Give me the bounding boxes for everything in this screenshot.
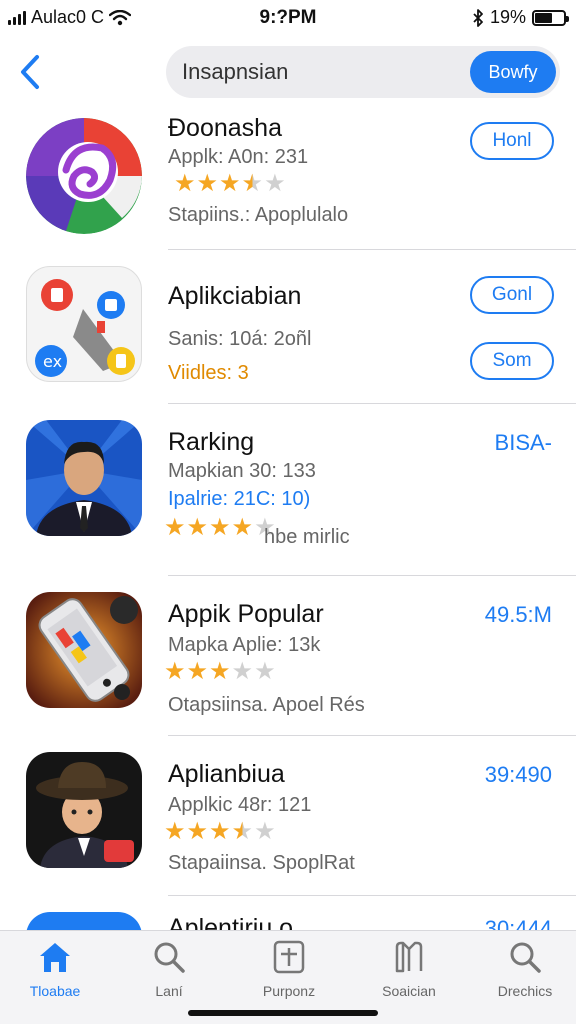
app-meta: Applk: A0n: 231: [168, 146, 309, 168]
search-bar: Bowfy: [166, 46, 560, 98]
price-label[interactable]: 49.5:M: [485, 602, 552, 628]
app-meta: Mapka Aplie: 13k: [168, 634, 321, 656]
app-icon-blue: [26, 912, 142, 930]
rating-stars: ★ ★ ★ ★ ★: [164, 516, 276, 540]
star-icon: ★: [241, 170, 264, 197]
app-title: Ðoonasha: [168, 114, 282, 142]
tab-label: Drechics: [497, 983, 553, 999]
battery-icon: [532, 9, 569, 26]
list-item[interactable]: Ðoonasha Applk: A0n: 231 ★ ★ ★ ★ ★ Stapiins.…: [0, 104, 576, 250]
star-icon: ★: [254, 818, 276, 845]
star-icon: ★: [164, 514, 186, 541]
app-subtitle: Ipalrie: 21C: 10): [168, 488, 311, 510]
app-list: Ðoonasha Applk: A0n: 231 ★ ★ ★ ★ ★ Stapiins.…: [0, 104, 576, 930]
app-meta: Applkic 48r: 121: [168, 794, 312, 816]
app-subtitle: Stapaiinsa. SpoplRat: [168, 852, 355, 874]
list-item[interactable]: Rarking Mapkian 30: 133 Ipalrie: 21C: 10…: [0, 404, 576, 576]
chevron-left-icon: [21, 55, 39, 89]
get-button[interactable]: Honl: [470, 122, 554, 160]
app-meta: Sanis: 10á: 2oñl: [168, 328, 312, 350]
app-icon-hat-character: [26, 752, 142, 868]
star-icon: ★: [209, 818, 231, 845]
app-icon-browser: [26, 118, 142, 234]
rating-stars: ★ ★ ★ ★ ★: [164, 660, 276, 684]
search-icon: [510, 942, 541, 973]
price-label[interactable]: 39:490: [485, 762, 552, 788]
list-item[interactable]: Aplianbiua Applkic 48r: 121 ★ ★ ★ ★ ★ Stapai…: [0, 736, 576, 896]
star-icon: ★: [164, 818, 186, 845]
rating-stars: ★ ★ ★ ★ ★: [174, 172, 286, 196]
nav-bar: Bowfy: [0, 44, 576, 100]
star-icon: ★: [186, 818, 209, 845]
list-item[interactable]: Appik Popular Mapka Aplie: 13k ★ ★ ★ ★ ★ Ota…: [0, 576, 576, 736]
star-icon: ★: [164, 658, 186, 685]
plus-square-icon: [273, 940, 305, 974]
app-icon-phone-game: [26, 592, 142, 708]
back-button[interactable]: [10, 48, 50, 96]
app-title: Aplentiriu o: [168, 914, 294, 930]
app-meta: Mapkian 30: 133: [168, 460, 316, 482]
app-icon-apps-bundle: ex: [26, 266, 142, 382]
svg-text:ex: ex: [43, 352, 62, 371]
app-subtitle: Viidles: 3: [168, 362, 249, 384]
rating-text: hbe mirlic: [264, 526, 350, 548]
star-icon: ★: [231, 658, 254, 685]
star-icon: ★: [186, 658, 209, 685]
price-label[interactable]: 30:444: [485, 916, 552, 930]
search-icon: [154, 942, 185, 973]
star-icon: ★: [219, 170, 241, 197]
app-title: Rarking: [168, 428, 255, 456]
star-icon: ★: [209, 514, 231, 541]
home-icon: [40, 943, 70, 972]
app-title: Aplianbiua: [168, 760, 285, 788]
status-bar: Aulac0 C 9:?PM 19%: [0, 0, 576, 36]
bluetooth-icon: [473, 8, 483, 27]
star-icon: ★: [186, 514, 209, 541]
star-icon: ★: [264, 170, 286, 197]
app-title: Aplikciabian: [168, 282, 302, 310]
star-icon: ★: [196, 170, 219, 197]
app-subtitle: Otapsiinsa. Apoel Rés: [168, 694, 365, 716]
star-icon: ★: [209, 658, 231, 685]
price-label[interactable]: BISA-: [495, 430, 552, 456]
app-title: Appik Popular: [168, 600, 324, 628]
search-button[interactable]: Bowfy: [470, 51, 556, 93]
star-icon: ★: [231, 514, 254, 541]
tab-label: Tloabae: [29, 983, 81, 999]
rating-stars: ★ ★ ★ ★ ★: [164, 820, 276, 844]
battery-level: [535, 12, 552, 23]
star-icon: ★: [174, 170, 196, 197]
star-icon: ★: [254, 658, 276, 685]
status-right: 19%: [472, 7, 569, 28]
app-subtitle: Stapiins.: Apoplulalo: [168, 204, 349, 226]
list-item[interactable]: ex Aplikciabian Sanis: 10á: 2oñl Viidles…: [0, 250, 576, 404]
search-input[interactable]: [182, 56, 462, 88]
home-indicator[interactable]: [188, 1010, 378, 1016]
tab-label: Purponz: [262, 983, 316, 999]
tab-search[interactable]: Laní: [114, 939, 224, 999]
tab-today[interactable]: Tloabae: [0, 939, 110, 999]
tab-add[interactable]: Purponz: [234, 939, 344, 999]
open-button[interactable]: Som: [470, 342, 554, 380]
battery-percent: 19%: [489, 7, 526, 27]
app-icon-portrait: [26, 420, 142, 536]
tab-label: Soaician: [382, 983, 436, 999]
star-icon: ★: [231, 818, 254, 845]
get-button[interactable]: Gonl: [470, 276, 554, 314]
tab-label: Laní: [155, 983, 183, 999]
book-icon: [395, 941, 423, 973]
list-item[interactable]: Aplentiriu o 30:444: [0, 896, 576, 930]
tab-discover[interactable]: Drechics: [470, 939, 576, 999]
tab-library[interactable]: Soaician: [354, 939, 464, 999]
